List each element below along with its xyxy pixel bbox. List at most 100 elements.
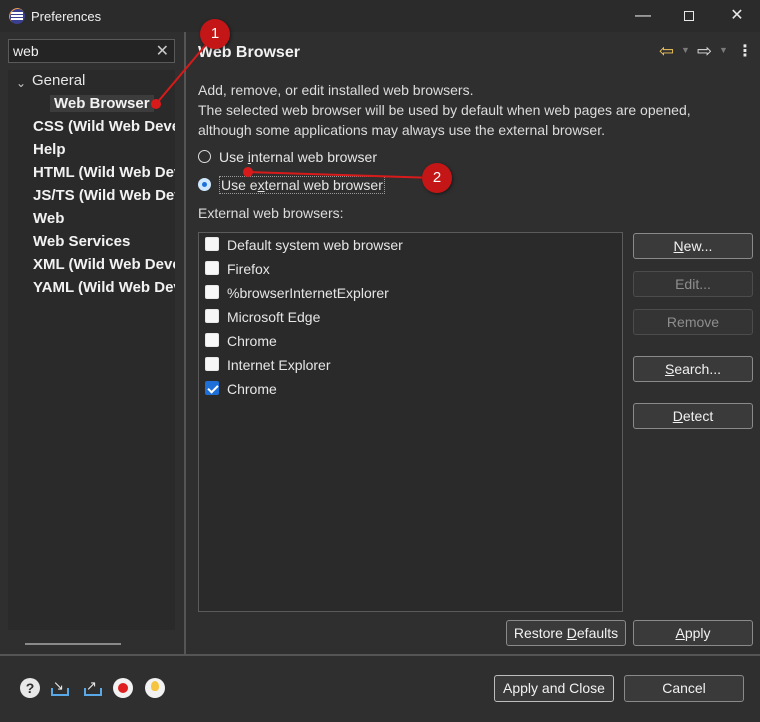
- button-label: Restore: [513, 625, 567, 641]
- radio-label-mnemonic: x: [257, 177, 265, 193]
- back-dropdown-icon[interactable]: ▼: [681, 45, 690, 55]
- export-arrow-icon: ↗: [86, 678, 97, 693]
- maximize-icon: [684, 10, 694, 21]
- list-item-label: Chrome: [227, 333, 277, 349]
- filter-input-value[interactable]: web: [13, 43, 39, 59]
- internal-browser-radio[interactable]: Use internal web browser: [198, 147, 377, 169]
- button-label: ew...: [683, 238, 713, 254]
- tree-item-jsts[interactable]: JS/TS (Wild Web Developer): [33, 185, 175, 207]
- horizontal-scrollbar[interactable]: [25, 643, 121, 645]
- filter-input[interactable]: web ✕: [8, 39, 175, 63]
- footer-divider: [0, 654, 760, 656]
- tree-item-label: XML (Wild Web Developer): [33, 256, 175, 273]
- radio-indicator[interactable]: [198, 149, 211, 163]
- tree-item-web-services[interactable]: Web Services: [33, 231, 175, 253]
- tree-item-xml[interactable]: XML (Wild Web Developer): [33, 254, 175, 276]
- window-title: Preferences: [31, 9, 102, 24]
- detect-button[interactable]: Detect: [633, 403, 753, 429]
- external-browsers-list[interactable]: Default system web browser Firefox %brow…: [198, 232, 623, 612]
- radio-label-text: Use e: [221, 177, 258, 193]
- button-label: earch...: [674, 361, 722, 377]
- expand-arrow-icon[interactable]: ⌄: [16, 72, 28, 92]
- annotation-badge-2: 2: [422, 163, 452, 193]
- back-arrow-icon[interactable]: ⇦: [659, 41, 674, 62]
- list-item[interactable]: %browserInternetExplorer: [205, 282, 389, 304]
- remove-button[interactable]: Remove: [633, 309, 753, 335]
- list-item[interactable]: Firefox: [205, 258, 270, 280]
- radio-label-text: nternal web browser: [250, 149, 377, 165]
- tips-bulb-icon[interactable]: [145, 678, 165, 698]
- tree-item-css[interactable]: CSS (Wild Web Developer): [33, 116, 175, 138]
- maximize-button[interactable]: [666, 0, 712, 32]
- list-item-label: Internet Explorer: [227, 357, 331, 373]
- cancel-button[interactable]: Cancel: [624, 675, 744, 702]
- clear-filter-icon[interactable]: ✕: [156, 41, 169, 61]
- edit-button[interactable]: Edit...: [633, 271, 753, 297]
- view-menu-icon[interactable]: ⋮: [737, 41, 753, 61]
- preference-tree: ⌄ General Web Browser CSS (Wild Web Deve…: [8, 70, 175, 630]
- tree-item-label: YAML (Wild Web Developer): [33, 279, 175, 296]
- list-item[interactable]: Chrome: [205, 330, 277, 352]
- apply-button[interactable]: Apply: [633, 620, 753, 646]
- list-item[interactable]: Microsoft Edge: [205, 306, 320, 328]
- tree-item-web-browser[interactable]: Web Browser: [50, 93, 154, 115]
- forward-arrow-icon[interactable]: ⇨: [697, 41, 712, 62]
- list-item[interactable]: Internet Explorer: [205, 354, 331, 376]
- tree-item-label: HTML (Wild Web Developer): [33, 164, 175, 181]
- tree-item-web[interactable]: Web: [33, 208, 175, 230]
- button-mnemonic: D: [672, 408, 683, 424]
- checkbox[interactable]: [205, 381, 219, 396]
- tree-item-label: Web Services: [33, 233, 131, 250]
- external-browsers-label: External web browsers:: [198, 205, 344, 221]
- minimize-button[interactable]: —: [620, 0, 666, 32]
- checkbox[interactable]: [205, 333, 219, 348]
- apply-and-close-button[interactable]: Apply and Close: [494, 675, 614, 702]
- tree-item-label: CSS (Wild Web Developer): [33, 118, 175, 135]
- list-item-label: Chrome: [227, 381, 277, 397]
- radio-indicator[interactable]: [198, 177, 211, 191]
- eclipse-app-icon: [9, 8, 25, 24]
- tree-item-yaml[interactable]: YAML (Wild Web Developer): [33, 277, 175, 299]
- checkbox[interactable]: [205, 357, 219, 372]
- export-icon[interactable]: ↗: [83, 678, 103, 698]
- button-mnemonic: A: [675, 625, 685, 641]
- radio-label: Use internal web browser: [219, 149, 377, 165]
- search-button[interactable]: Search...: [633, 356, 753, 382]
- list-item[interactable]: Default system web browser: [205, 234, 403, 256]
- external-browser-radio[interactable]: Use external web browser: [198, 175, 385, 197]
- button-label: etect: [682, 408, 714, 424]
- radio-label-text: Use: [219, 149, 248, 165]
- button-mnemonic: D: [566, 625, 577, 641]
- close-button[interactable]: ✕: [714, 0, 760, 32]
- new-button[interactable]: New...: [633, 233, 753, 259]
- annotation-dot-2: [243, 167, 253, 177]
- record-icon[interactable]: [113, 678, 133, 698]
- checkbox[interactable]: [205, 285, 219, 300]
- list-item-label: %browserInternetExplorer: [227, 285, 389, 301]
- preference-navigation-pane: web ✕ ⌄ General Web Browser CSS (Wild We…: [0, 32, 184, 654]
- tree-item-general[interactable]: ⌄ General: [8, 70, 175, 92]
- button-label: efaults: [576, 625, 619, 641]
- tree-item-html[interactable]: HTML (Wild Web Developer): [33, 162, 175, 184]
- pane-splitter[interactable]: [184, 32, 186, 654]
- restore-defaults-button[interactable]: Restore Defaults: [506, 620, 626, 646]
- checkbox[interactable]: [205, 309, 219, 324]
- tree-item-label: Web: [33, 210, 65, 227]
- checkbox[interactable]: [205, 237, 219, 252]
- button-mnemonic: N: [673, 238, 684, 254]
- import-arrow-icon: ↘: [53, 678, 64, 693]
- help-icon[interactable]: ?: [20, 678, 40, 698]
- button-mnemonic: S: [664, 361, 675, 377]
- description-line-3: although some applications may always us…: [198, 122, 605, 138]
- forward-dropdown-icon[interactable]: ▼: [719, 45, 728, 55]
- tree-item-help[interactable]: Help: [33, 139, 175, 161]
- list-item[interactable]: Chrome: [205, 378, 277, 400]
- import-icon[interactable]: ↘: [50, 678, 70, 698]
- tree-item-label: Web Browser: [50, 95, 154, 112]
- checkbox[interactable]: [205, 261, 219, 276]
- radio-label-text: ternal web browser: [264, 177, 383, 193]
- list-item-label: Microsoft Edge: [227, 309, 321, 325]
- description-line-2: The selected web browser will be used by…: [198, 102, 691, 118]
- tree-item-label: General: [32, 72, 86, 89]
- radio-label: Use external web browser: [219, 176, 385, 194]
